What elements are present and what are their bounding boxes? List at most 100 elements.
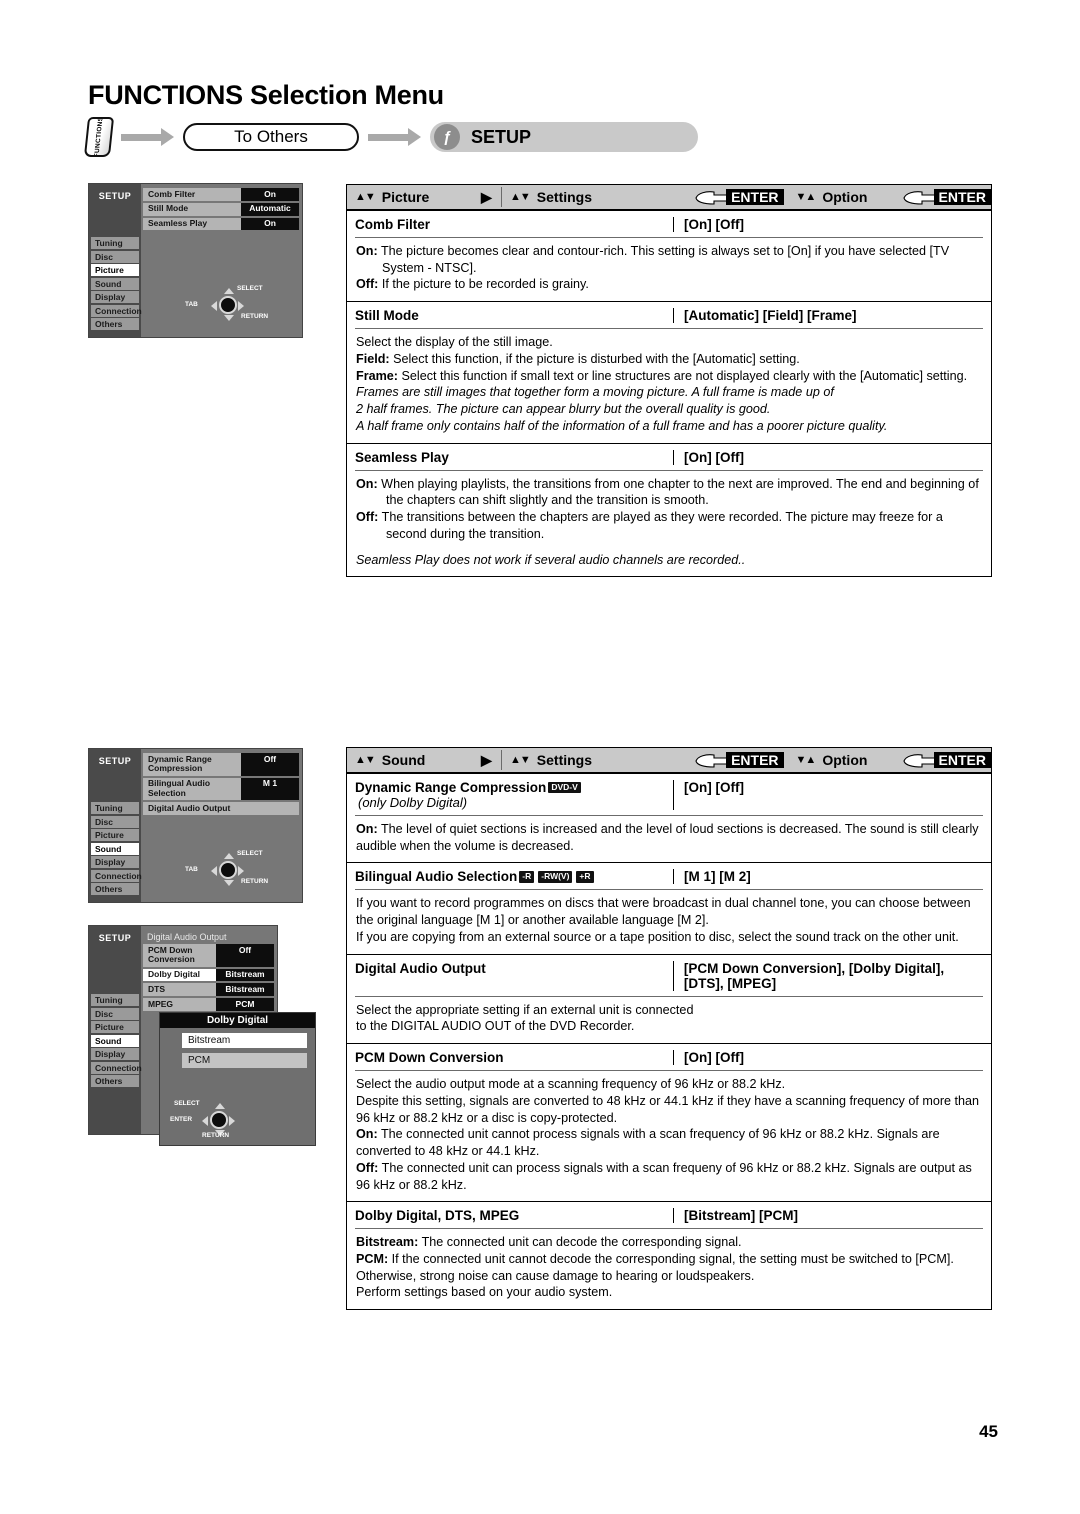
spec-row-description: Select the display of the still image. F… xyxy=(347,329,991,442)
osd-row-seamless-play[interactable]: Seamless Play On xyxy=(143,217,299,231)
osd-title: SETUP xyxy=(98,191,132,201)
desc-text: The connected unit can decode the corres… xyxy=(418,1235,742,1250)
spec-row-options: [On] [Off] xyxy=(684,1050,744,1066)
osd-menu-sound[interactable]: Sound xyxy=(89,277,139,290)
desc-text: 2 half frames. The picture can appear bl… xyxy=(356,402,771,417)
osd-row-label: Digital Audio Output xyxy=(143,802,299,815)
osd-menu-others[interactable]: Others xyxy=(89,883,139,895)
flow-step-to-others-label: To Others xyxy=(234,127,308,146)
osd-menu-others[interactable]: Others xyxy=(89,318,139,330)
right-arrow-icon: ▶ xyxy=(481,188,492,205)
osd-row-comb-filter[interactable]: Comb Filter On xyxy=(143,188,299,201)
flow-step-setup-label: SETUP xyxy=(471,126,532,147)
enter-button-2[interactable]: ENTER xyxy=(933,189,991,205)
enter-button-2[interactable]: ENTER xyxy=(933,752,991,768)
pad-return-label: RETURN xyxy=(241,313,269,320)
osd-row-value: PCM xyxy=(216,998,274,1011)
osd-row-bilingual-audio-selection[interactable]: Bilingual Audio Selection M 1 xyxy=(143,777,299,801)
enter-button-1[interactable]: ENTER xyxy=(726,189,784,205)
functions-key-icon: FUNCTIONS xyxy=(83,117,115,157)
osd-menu-picture[interactable]: Picture xyxy=(89,264,139,276)
osd-row-value: Off xyxy=(216,944,274,967)
desc-text: The connected unit can process signals w… xyxy=(356,1160,972,1192)
spec-table-picture: ▲▼ Picture ▶ ▲▼ Settings ENTER ▼▲ Option… xyxy=(346,184,992,578)
osd-title: SETUP xyxy=(98,933,132,943)
desc-text: Select the audio output mode at a scanni… xyxy=(356,1077,786,1092)
spec-row-label: Digital Audio Output xyxy=(355,960,486,976)
osd-menu-display[interactable]: Display xyxy=(89,1048,139,1060)
spec-row-label: Bilingual Audio Selection xyxy=(355,869,518,885)
osd-menu-picture[interactable]: Picture xyxy=(89,1021,139,1033)
osd-navigation-pad-icon: TAB SELECT RETURN xyxy=(185,284,281,326)
pad-enter-label: ENTER xyxy=(170,1116,193,1123)
desc-bold: Field: xyxy=(356,351,390,366)
spec-row-options: [Automatic] [Field] [Frame] xyxy=(684,308,857,324)
setup-badge-icon: ƒ xyxy=(434,124,460,150)
desc-bold: On: xyxy=(356,244,378,258)
pad-tab-label: TAB xyxy=(185,301,198,308)
downup-arrows-icon: ▼▲ xyxy=(795,191,817,203)
spec-row-pcm-down-conversion: PCM Down Conversion [On] [Off] Select th… xyxy=(347,1043,991,1201)
osd-menu-display[interactable]: Display xyxy=(89,856,139,868)
osd-row-dynamic-range-compression[interactable]: Dynamic Range Compression Off xyxy=(143,753,299,776)
popup-option-bitstream[interactable]: Bitstream xyxy=(182,1033,307,1048)
osd-menu-sound[interactable]: Sound xyxy=(89,842,139,855)
osd-menu-tuning[interactable]: Tuning xyxy=(89,802,139,814)
desc-text: Frames are still images that together fo… xyxy=(356,385,834,400)
spec-row-label: Comb Filter xyxy=(355,217,431,232)
popup-title: Dolby Digital xyxy=(160,1013,315,1028)
updown-arrows-icon: ▲▼ xyxy=(510,191,531,203)
header-col-settings: Settings xyxy=(536,189,593,205)
osd-menu-display[interactable]: Display xyxy=(89,291,139,303)
osd-row-value: On xyxy=(241,217,299,231)
osd-row-dts[interactable]: DTS Bitstream xyxy=(143,983,274,997)
osd-menu-disc[interactable]: Disc xyxy=(89,1007,139,1020)
header-col-option: Option xyxy=(822,752,868,768)
spec-row-label: Seamless Play xyxy=(355,449,449,465)
spec-row-options: [On] [Off] xyxy=(684,780,744,795)
osd-screen-picture: SETUP Tuning Disc Picture Sound Display … xyxy=(88,183,303,338)
osd-menu-tuning[interactable]: Tuning xyxy=(89,237,139,249)
spec-row-dolby-digital-dts-mpeg: Dolby Digital, DTS, MPEG [Bitstream] [PC… xyxy=(347,1201,991,1309)
spec-row-still-mode: Still Mode [Automatic] [Field] [Frame] S… xyxy=(347,301,991,442)
desc-text: The connected unit cannot process signal… xyxy=(356,1127,940,1159)
osd-menu-connection[interactable]: Connection xyxy=(89,1061,142,1074)
spec-table-header: ▲▼ Picture ▶ ▲▼ Settings ENTER ▼▲ Option… xyxy=(347,185,991,210)
desc-text: When playing playlists, the transitions … xyxy=(377,476,979,508)
hand-pointer-icon xyxy=(902,191,936,205)
right-arrow-icon: ▶ xyxy=(481,751,492,768)
popup-option-pcm[interactable]: PCM xyxy=(182,1053,307,1068)
osd-menu-sound[interactable]: Sound xyxy=(89,1034,139,1047)
osd-row-pcm-down-conversion[interactable]: PCM Down Conversion Off xyxy=(143,944,274,967)
osd-menu-tuning[interactable]: Tuning xyxy=(89,994,139,1006)
osd-menu-picture[interactable]: Picture xyxy=(89,829,139,841)
osd-row-dolby-digital[interactable]: Dolby Digital Bitstream xyxy=(143,968,274,982)
pad-select-label: SELECT xyxy=(237,850,263,857)
osd-menu-others[interactable]: Others xyxy=(89,1075,139,1087)
osd-content: Comb Filter On Still Mode Automatic Seam… xyxy=(143,188,299,334)
osd-row-label: DTS xyxy=(143,983,216,997)
osd-row-still-mode[interactable]: Still Mode Automatic xyxy=(143,202,299,216)
osd-row-mpeg[interactable]: MPEG PCM xyxy=(143,998,274,1011)
hand-pointer-icon xyxy=(695,754,728,768)
osd-menu-connection[interactable]: Connection xyxy=(89,304,142,317)
spec-table-sound: ▲▼ Sound ▶ ▲▼ Settings ENTER ▼▲ Option E… xyxy=(346,747,992,1311)
osd-sidebar: SETUP Tuning Disc Picture Sound Display … xyxy=(89,749,142,902)
desc-text: Select this function if small text or li… xyxy=(398,368,968,383)
osd-menu-connection[interactable]: Connection xyxy=(89,869,142,882)
enter-button-1[interactable]: ENTER xyxy=(726,752,784,768)
desc-text: If you want to record programmes on disc… xyxy=(356,896,971,928)
osd-content: Dynamic Range Compression Off Bilingual … xyxy=(143,753,299,899)
header-col-settings: Settings xyxy=(536,752,593,768)
spec-table-header: ▲▼ Sound ▶ ▲▼ Settings ENTER ▼▲ Option E… xyxy=(347,748,991,773)
spec-row-label: Dynamic Range Compression xyxy=(355,780,547,795)
osd-row-value: Bitstream xyxy=(216,983,274,997)
flow-step-to-others: To Others xyxy=(183,123,359,151)
osd-row-value: M 1 xyxy=(241,777,299,801)
updown-arrows-icon: ▲▼ xyxy=(510,754,531,766)
desc-bold: Frame: xyxy=(356,368,398,383)
osd-menu-disc[interactable]: Disc xyxy=(89,250,139,263)
page-title: FUNCTIONS Selection Menu xyxy=(88,80,444,110)
osd-row-digital-audio-output[interactable]: Digital Audio Output xyxy=(143,802,299,815)
osd-menu-disc[interactable]: Disc xyxy=(89,815,139,828)
